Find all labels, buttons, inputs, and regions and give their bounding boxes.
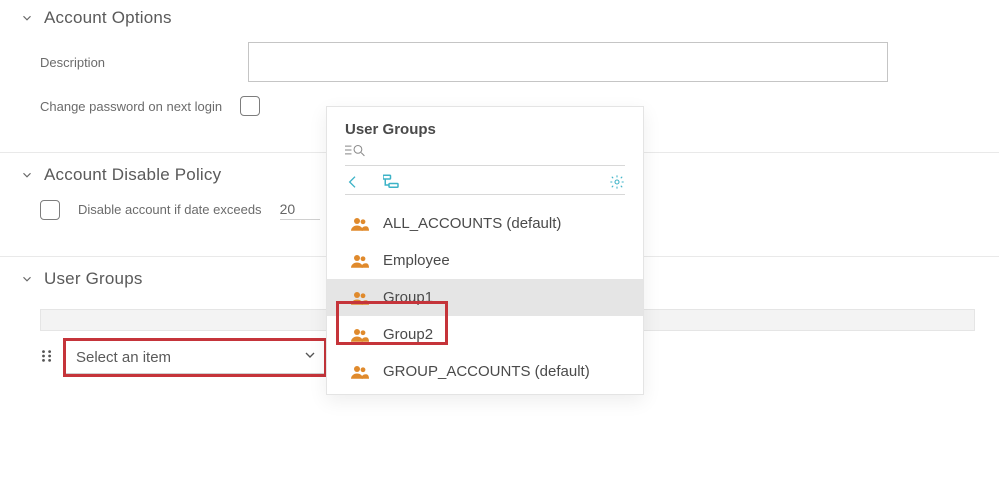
divider xyxy=(345,194,625,195)
chevron-down-icon xyxy=(302,347,318,367)
chevron-down-icon xyxy=(20,272,34,286)
list-item-label: ALL_ACCOUNTS (default) xyxy=(383,215,561,232)
description-input[interactable] xyxy=(248,42,888,82)
user-groups-popup: User Groups xyxy=(326,106,644,395)
disable-account-checkbox[interactable] xyxy=(40,200,60,220)
list-item-label: Group1 xyxy=(383,289,433,306)
list-item[interactable]: Employee xyxy=(327,242,643,279)
tree-icon[interactable] xyxy=(383,174,401,190)
section-title: Account Disable Policy xyxy=(44,165,221,185)
chevron-down-icon xyxy=(20,168,34,182)
list-item[interactable]: GROUP_ACCOUNTS (default) xyxy=(327,353,643,390)
popup-toolbar xyxy=(345,174,625,190)
group-icon xyxy=(351,291,369,305)
chevron-down-icon xyxy=(20,11,34,25)
section-title: Account Options xyxy=(44,8,172,28)
disable-account-label: Disable account if date exceeds xyxy=(78,202,262,217)
section-header-account-options[interactable]: Account Options xyxy=(16,0,983,32)
group-icon xyxy=(351,328,369,342)
section-title: User Groups xyxy=(44,269,143,289)
list-item[interactable]: ALL_ACCOUNTS (default) xyxy=(327,205,643,242)
popup-list: ALL_ACCOUNTS (default) Employee Group1 G… xyxy=(327,205,643,390)
group-icon xyxy=(351,365,369,379)
row-description: Description xyxy=(40,42,975,82)
back-icon[interactable] xyxy=(345,174,361,190)
list-item-label: Employee xyxy=(383,252,450,269)
description-label: Description xyxy=(40,55,230,70)
drag-handle-icon[interactable] xyxy=(40,348,54,367)
disable-date-input[interactable] xyxy=(280,199,320,220)
gear-icon[interactable] xyxy=(609,174,625,190)
change-password-checkbox[interactable] xyxy=(240,96,260,116)
list-item-label: Group2 xyxy=(383,326,433,343)
change-password-label: Change password on next login xyxy=(40,99,222,114)
popup-search[interactable] xyxy=(345,142,625,161)
group-select-placeholder: Select an item xyxy=(76,349,171,366)
divider xyxy=(345,165,625,166)
list-item-label: GROUP_ACCOUNTS (default) xyxy=(383,363,590,380)
group-icon xyxy=(351,254,369,268)
group-select[interactable]: Select an item xyxy=(66,341,324,374)
popup-title: User Groups xyxy=(345,121,625,138)
list-item[interactable]: Group2 xyxy=(327,316,643,353)
list-item[interactable]: Group1 xyxy=(327,279,643,316)
group-icon xyxy=(351,217,369,231)
